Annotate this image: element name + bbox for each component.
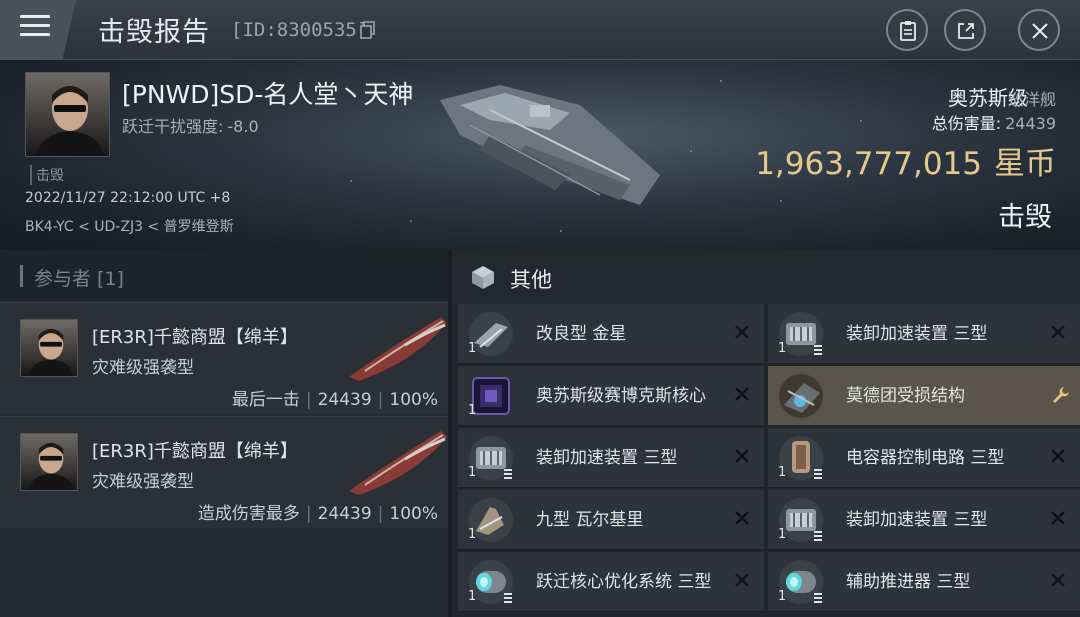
kill-status: 击毁 bbox=[998, 202, 1052, 233]
participant-ship: 灾难级强袭型 bbox=[92, 358, 194, 378]
item-row-highlighted[interactable]: 莫德团受损结构 bbox=[768, 366, 1080, 426]
participant-stats: 造成伤害最多 | 24439 | 100% bbox=[197, 504, 438, 524]
close-icon[interactable] bbox=[1050, 510, 1066, 526]
participants-header: 参与者 [1] bbox=[0, 250, 448, 300]
item-name: 电容器控制电路 三型 bbox=[846, 447, 1005, 468]
participant-ship-image bbox=[349, 317, 447, 381]
participant-row[interactable]: [ER3R]千懿商盟【绵羊】 灾难级强袭型 造成伤害最多 | 24439 | 100% bbox=[0, 416, 448, 528]
pilot-avatar bbox=[36, 86, 104, 156]
close-icon[interactable] bbox=[1050, 324, 1066, 340]
item-name: 莫德团受损结构 bbox=[846, 385, 965, 406]
page-title: 击毁报告 bbox=[98, 17, 210, 48]
clipboard-button[interactable] bbox=[886, 9, 928, 51]
share-button[interactable] bbox=[944, 9, 986, 51]
items-title: 其他 bbox=[510, 268, 552, 292]
item-name: 改良型 金星 bbox=[536, 323, 627, 344]
pilot-avatar bbox=[28, 328, 74, 376]
participant-ship-image bbox=[349, 431, 447, 495]
item-name: 装卸加速装置 三型 bbox=[846, 323, 988, 344]
hamburger-icon bbox=[20, 15, 50, 18]
salvage-icon bbox=[779, 374, 823, 418]
victim-name[interactable]: [PNWD]SD-名人堂丶天神 bbox=[122, 75, 413, 111]
warp-interference: 跃迁干扰强度: -8.0 bbox=[122, 117, 259, 136]
clipboard-icon bbox=[900, 21, 916, 41]
participant-ship: 灾难级强袭型 bbox=[92, 472, 194, 492]
participant-portrait[interactable] bbox=[20, 433, 78, 491]
item-name: 装卸加速装置 三型 bbox=[536, 447, 678, 468]
participant-stats: 最后一击 | 24439 | 100% bbox=[231, 390, 438, 410]
total-damage: 总伤害量: 24439 bbox=[931, 114, 1056, 133]
kill-time: 2022/11/27 22:12:00 UTC +8 bbox=[25, 190, 231, 206]
item-row[interactable]: 1 辅助推进器 三型 bbox=[768, 552, 1080, 612]
ship-image bbox=[440, 85, 660, 205]
items-panel: 其他 1 改良型 金星 1 奥苏斯级赛博克斯核心 1 装卸加速装置 三型 1 九… bbox=[452, 250, 1080, 617]
close-icon[interactable] bbox=[1050, 572, 1066, 588]
close-icon[interactable] bbox=[734, 448, 750, 464]
item-row[interactable]: 1 装卸加速装置 三型 bbox=[768, 304, 1080, 364]
participant-portrait[interactable] bbox=[20, 319, 78, 377]
isk-value: 1,963,777,015 星币 bbox=[755, 146, 1056, 182]
close-icon[interactable] bbox=[734, 572, 750, 588]
wrench-icon[interactable] bbox=[1052, 386, 1070, 404]
item-row[interactable]: 1 装卸加速装置 三型 bbox=[458, 428, 764, 488]
item-row[interactable]: 1 改良型 金星 bbox=[458, 304, 764, 364]
items-header: 其他 bbox=[452, 250, 1080, 304]
item-name: 奥苏斯级赛博克斯核心 bbox=[536, 385, 706, 406]
close-icon bbox=[1032, 23, 1048, 39]
participants-panel: 参与者 [1] [ER3R]千懿商盟【绵羊】 灾难级强袭型 最后一击 | 24439… bbox=[0, 250, 448, 617]
cargo-box-icon bbox=[472, 266, 494, 289]
close-icon[interactable] bbox=[734, 386, 750, 402]
kill-tag: 击毁 bbox=[30, 165, 64, 185]
victim-portrait[interactable] bbox=[25, 72, 110, 157]
close-icon[interactable] bbox=[734, 510, 750, 526]
pilot-avatar bbox=[28, 442, 74, 490]
title-bar: 击毁报告 [ID:8300535] bbox=[0, 0, 1080, 60]
item-name: 辅助推进器 三型 bbox=[846, 571, 971, 592]
item-name: 装卸加速装置 三型 bbox=[846, 509, 988, 530]
ship-type: 巡洋舰 bbox=[1007, 90, 1056, 109]
close-icon[interactable] bbox=[734, 324, 750, 340]
item-row[interactable]: 1 奥苏斯级赛博克斯核心 bbox=[458, 366, 764, 426]
copy-icon[interactable] bbox=[360, 21, 376, 39]
kill-report-window: 击毁报告 [ID:8300535] [PNWD]SD-名人堂丶天神 跃迁干扰强度… bbox=[0, 0, 1080, 617]
close-button[interactable] bbox=[1018, 9, 1060, 51]
kill-location[interactable]: BK4-YC < UD-ZJ3 < 普罗维登斯 bbox=[25, 216, 234, 236]
item-row[interactable]: 1 九型 瓦尔基里 bbox=[458, 490, 764, 550]
report-id: [ID:8300535] bbox=[231, 19, 369, 41]
menu-button[interactable] bbox=[0, 0, 76, 60]
item-row[interactable]: 1 电容器控制电路 三型 bbox=[768, 428, 1080, 488]
item-row[interactable]: 1 跃迁核心优化系统 三型 bbox=[458, 552, 764, 612]
victim-header: [PNWD]SD-名人堂丶天神 跃迁干扰强度: -8.0 击毁 2022/11/2… bbox=[0, 60, 1080, 250]
item-name: 九型 瓦尔基里 bbox=[536, 509, 644, 530]
item-row[interactable]: 1 装卸加速装置 三型 bbox=[768, 490, 1080, 550]
participants-title: 参与者 [1] bbox=[34, 268, 124, 290]
participant-row[interactable]: [ER3R]千懿商盟【绵羊】 灾难级强袭型 最后一击 | 24439 | 100% bbox=[0, 302, 448, 414]
close-icon[interactable] bbox=[1050, 448, 1066, 464]
item-name: 跃迁核心优化系统 三型 bbox=[536, 571, 712, 592]
share-icon bbox=[958, 23, 974, 39]
participant-name: [ER3R]千懿商盟【绵羊】 bbox=[92, 327, 298, 348]
participant-name: [ER3R]千懿商盟【绵羊】 bbox=[92, 441, 298, 462]
